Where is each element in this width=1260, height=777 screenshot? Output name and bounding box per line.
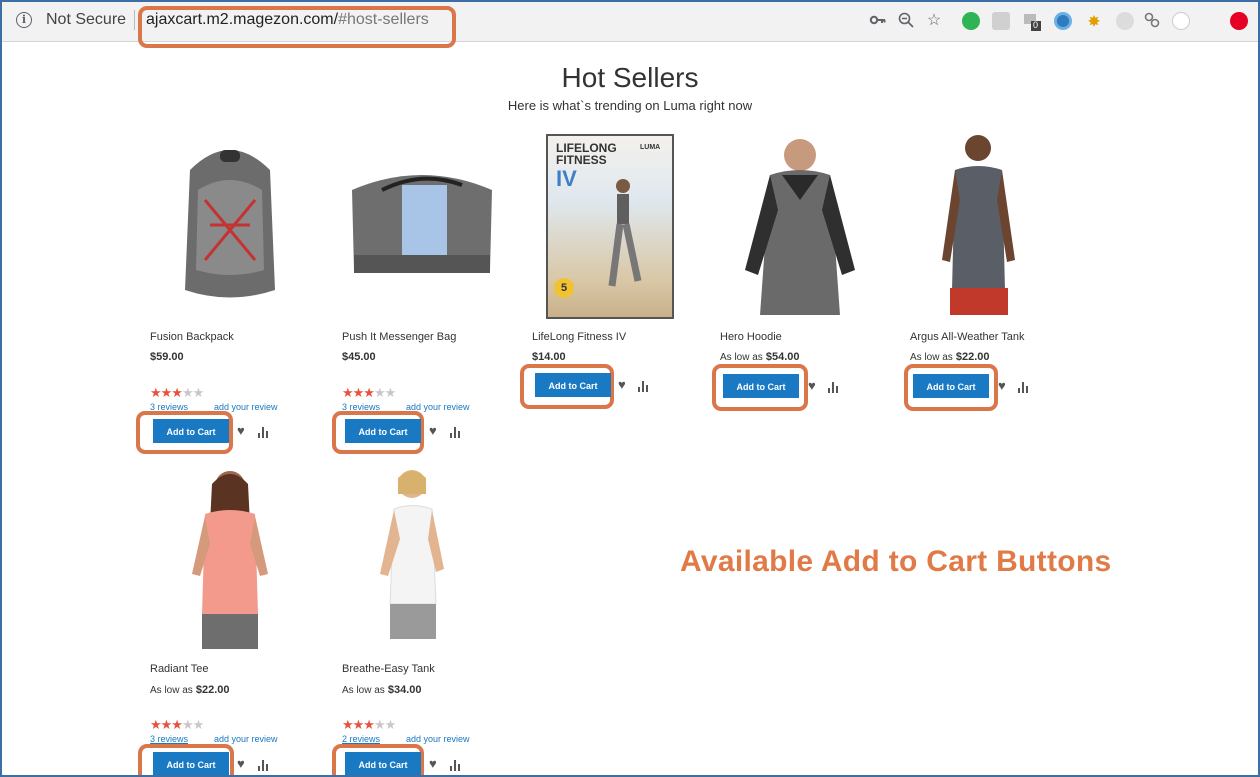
puzzle-extension-icon[interactable]: 0 bbox=[1022, 11, 1042, 31]
compare-icon[interactable] bbox=[638, 380, 650, 392]
compare-icon[interactable] bbox=[1018, 381, 1030, 393]
product-image[interactable] bbox=[150, 464, 310, 649]
product-image[interactable] bbox=[910, 130, 1070, 315]
compare-icon[interactable] bbox=[450, 759, 462, 771]
wishlist-heart-icon[interactable]: ♥ bbox=[237, 424, 245, 438]
add-to-cart-button[interactable]: Add to Cart bbox=[723, 374, 799, 398]
wishlist-heart-icon[interactable]: ♥ bbox=[998, 379, 1006, 393]
add-review-link[interactable]: add your review bbox=[214, 734, 278, 744]
add-to-cart-button[interactable]: Add to Cart bbox=[535, 373, 611, 397]
wishlist-heart-icon[interactable]: ♥ bbox=[237, 757, 245, 771]
product-price: As low as $22.00 bbox=[150, 684, 230, 696]
product-image[interactable] bbox=[342, 464, 502, 649]
honey-extension-icon[interactable]: ✸ bbox=[1084, 11, 1104, 31]
price-value: $22.00 bbox=[195, 684, 230, 696]
wishlist-heart-icon[interactable]: ♥ bbox=[429, 757, 437, 771]
page-subtitle: Here is what`s trending on Luma right no… bbox=[507, 98, 753, 113]
price-value: $45.00 bbox=[342, 351, 376, 363]
add-to-cart-button[interactable]: Add to Cart bbox=[345, 752, 421, 775]
product-image[interactable]: LIFELONG FITNESS IV LUMA 5 bbox=[546, 134, 674, 319]
grammarly-extension-icon[interactable] bbox=[962, 12, 980, 30]
compare-icon[interactable] bbox=[450, 426, 462, 438]
reviews-link[interactable]: 2 reviews bbox=[342, 734, 380, 744]
product-image[interactable] bbox=[720, 130, 880, 315]
bookmark-star-icon[interactable]: ☆ bbox=[924, 11, 944, 31]
add-to-cart-button[interactable]: Add to Cart bbox=[153, 419, 229, 443]
price-prefix: As low as bbox=[910, 352, 953, 363]
price-prefix: As low as bbox=[720, 352, 763, 363]
dvd-volume: IV bbox=[556, 166, 577, 191]
add-review-link[interactable]: add your review bbox=[406, 734, 470, 744]
address-bar: i Not Secure ajaxcart.m2.magezon.com/#ho… bbox=[2, 2, 1258, 48]
price-prefix: As low as bbox=[150, 685, 193, 696]
add-to-cart-button[interactable]: Add to Cart bbox=[153, 752, 229, 775]
dvd-badge: 5 bbox=[554, 278, 574, 298]
reviews-link[interactable]: 3 reviews bbox=[150, 734, 188, 744]
price-prefix: As low as bbox=[342, 685, 385, 696]
price-value: $14.00 bbox=[532, 351, 566, 363]
product-name[interactable]: Hero Hoodie bbox=[720, 331, 782, 343]
eye-extension-icon[interactable] bbox=[1054, 12, 1072, 30]
info-icon[interactable]: i bbox=[16, 12, 32, 28]
runner-figure bbox=[608, 179, 642, 287]
blank-extension-icon[interactable] bbox=[1172, 12, 1190, 30]
price-value: $59.00 bbox=[150, 351, 184, 363]
security-label[interactable]: Not Secure bbox=[46, 11, 126, 29]
product-name[interactable]: Breathe-Easy Tank bbox=[342, 663, 435, 675]
product-price: As low as $34.00 bbox=[342, 684, 422, 696]
rating-stars: ★★★★★ bbox=[150, 717, 204, 732]
product-name[interactable]: Push It Messenger Bag bbox=[342, 331, 456, 343]
wishlist-heart-icon[interactable]: ♥ bbox=[618, 378, 626, 392]
grey-extension-icon[interactable] bbox=[1116, 12, 1134, 30]
price-value: $54.00 bbox=[765, 351, 800, 363]
reviews-links: 2 reviews add your review bbox=[342, 734, 470, 744]
price-value: $22.00 bbox=[955, 351, 990, 363]
link-extension-icon[interactable] bbox=[1142, 11, 1162, 31]
product-name[interactable]: Fusion Backpack bbox=[150, 331, 234, 343]
rating-stars: ★★★★★ bbox=[342, 717, 396, 732]
key-icon[interactable] bbox=[868, 11, 888, 31]
url-separator bbox=[134, 10, 135, 30]
compare-icon[interactable] bbox=[828, 381, 840, 393]
compare-icon[interactable] bbox=[258, 426, 270, 438]
wishlist-heart-icon[interactable]: ♥ bbox=[429, 424, 437, 438]
extension-badge: 0 bbox=[1033, 20, 1039, 30]
product-image[interactable] bbox=[150, 130, 310, 315]
luma-logo: LUMA bbox=[640, 144, 661, 151]
product-price: $45.00 bbox=[342, 351, 376, 363]
product-price: As low as $22.00 bbox=[910, 351, 990, 363]
zoom-out-icon[interactable] bbox=[896, 11, 916, 31]
rating-stars: ★★★★★ bbox=[342, 385, 396, 400]
product-price: $59.00 bbox=[150, 351, 184, 363]
browser-window: i Not Secure ajaxcart.m2.magezon.com/#ho… bbox=[0, 0, 1260, 777]
chat-extension-icon[interactable] bbox=[992, 12, 1010, 30]
compare-icon[interactable] bbox=[258, 759, 270, 771]
rating-stars: ★★★★★ bbox=[150, 385, 204, 400]
dvd-title: LIFELONG FITNESS bbox=[556, 141, 617, 167]
product-image[interactable] bbox=[342, 130, 502, 315]
product-name[interactable]: LifeLong Fitness IV bbox=[532, 331, 626, 343]
pinterest-extension-icon[interactable] bbox=[1230, 12, 1248, 30]
add-to-cart-button[interactable]: Add to Cart bbox=[345, 419, 421, 443]
product-name[interactable]: Radiant Tee bbox=[150, 663, 209, 675]
product-name[interactable]: Argus All-Weather Tank bbox=[910, 331, 1025, 343]
url-highlight-annotation bbox=[138, 6, 456, 48]
callout-annotation: Available Add to Cart Buttons bbox=[680, 545, 1112, 578]
wishlist-heart-icon[interactable]: ♥ bbox=[808, 379, 816, 393]
price-value: $34.00 bbox=[387, 684, 422, 696]
page-title: Hot Sellers bbox=[561, 62, 699, 93]
add-to-cart-button[interactable]: Add to Cart bbox=[913, 374, 989, 398]
product-price: As low as $54.00 bbox=[720, 351, 800, 363]
reviews-links: 3 reviews add your review bbox=[150, 734, 278, 744]
product-price: $14.00 bbox=[532, 351, 566, 363]
